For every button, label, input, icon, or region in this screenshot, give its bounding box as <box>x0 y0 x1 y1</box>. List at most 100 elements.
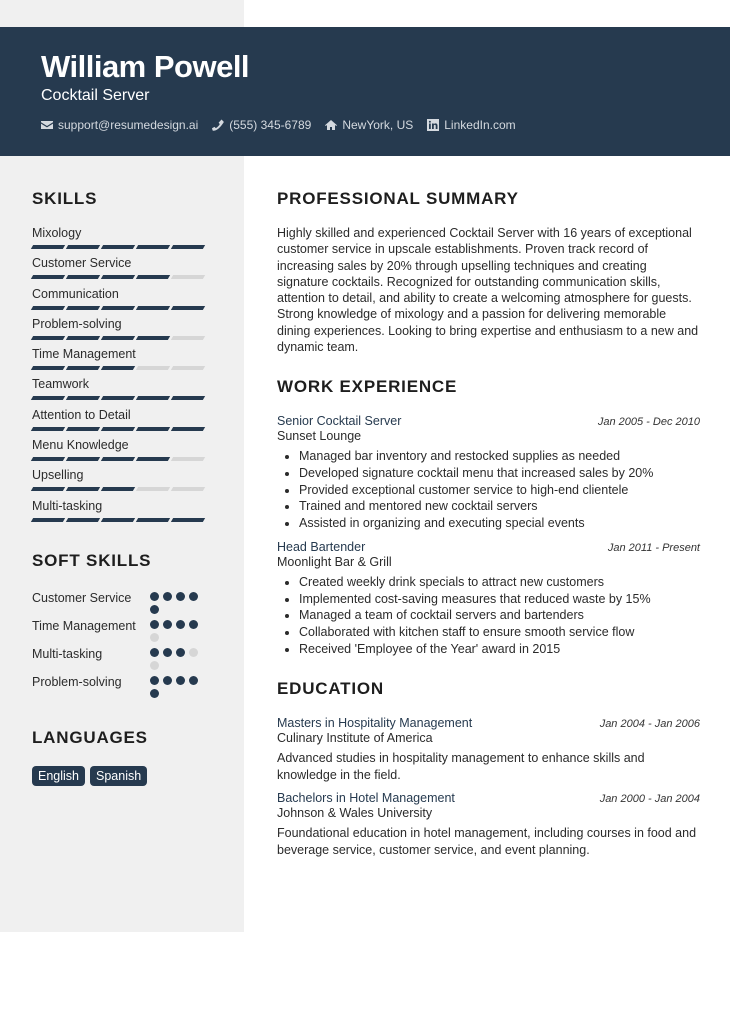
education-section: EDUCATION Masters in Hospitality Managem… <box>277 679 700 858</box>
skill-level-bar <box>30 426 222 431</box>
skills-heading: SKILLS <box>32 189 98 208</box>
skill-segment-filled <box>170 517 206 522</box>
skill-segment-filled <box>30 457 66 462</box>
skill-item: Attention to Detail <box>30 408 222 438</box>
education-heading: EDUCATION <box>277 679 384 699</box>
skills-list: Mixology Customer Service Communication Pro… <box>30 226 222 529</box>
soft-skills-section: SOFT SKILLS Customer Service Time Managem… <box>32 551 232 702</box>
degree-title: Masters in Hospitality Management <box>277 716 473 731</box>
skill-segment-filled <box>100 487 136 492</box>
skill-name: Customer Service <box>32 256 132 271</box>
skill-segment-empty <box>170 335 206 340</box>
contact-location: NewYork, US <box>325 118 413 132</box>
skill-segment-filled <box>30 366 66 371</box>
experience-list: Senior Cocktail Server Jan 2005 - Dec 201… <box>277 414 700 657</box>
skill-segment-filled <box>65 426 101 431</box>
education-dates: Jan 2000 - Jan 2004 <box>599 793 700 806</box>
skill-level-bar <box>30 487 222 492</box>
skill-segment-filled <box>170 305 206 310</box>
skill-segment-empty <box>170 275 206 280</box>
entry-header: Head Bartender Jan 2011 - Present <box>277 540 700 554</box>
job-title: Senior Cocktail Server <box>277 414 402 429</box>
resume-header: William Powell Cocktail Server support@r… <box>0 27 730 156</box>
education-dates: Jan 2004 - Jan 2006 <box>599 718 700 731</box>
soft-skill-item: Time Management <box>32 618 232 642</box>
candidate-name: William Powell <box>41 49 250 84</box>
skill-item: Upselling <box>30 468 222 498</box>
skill-item: Time Management <box>30 347 222 377</box>
skill-segment-filled <box>135 335 171 340</box>
linkedin-icon <box>427 119 440 131</box>
skill-segment-empty <box>170 366 206 371</box>
contact-phone-text: (555) 345-6789 <box>229 118 312 132</box>
rating-dot-filled <box>176 620 185 629</box>
rating-dot-filled <box>176 648 185 657</box>
envelope-icon <box>41 119 53 131</box>
skill-segment-filled <box>30 426 66 431</box>
contact-linkedin[interactable]: LinkedIn.com <box>427 118 516 132</box>
education-description: Foundational education in hotel manageme… <box>277 826 697 857</box>
soft-skill-item: Multi-tasking <box>32 646 232 670</box>
skill-segment-filled <box>30 245 66 249</box>
skill-segment-filled <box>30 335 66 340</box>
responsibility-item: Developed signature cocktail menu that i… <box>299 465 700 482</box>
skill-segment-empty <box>170 457 206 462</box>
skill-segment-filled <box>100 335 136 340</box>
skill-segment-filled <box>135 517 171 522</box>
languages-section: LANGUAGES English Spanish <box>32 728 148 786</box>
main-column: PROFESSIONAL SUMMARY Highly skilled and … <box>277 189 700 858</box>
skill-level-bar <box>30 305 222 310</box>
responsibility-item: Received 'Employee of the Year' award in… <box>299 641 700 658</box>
soft-skill-name: Time Management <box>32 619 136 633</box>
rating-dot-filled <box>150 592 159 601</box>
skill-segment-filled <box>135 275 171 280</box>
skill-level-bar <box>30 517 222 522</box>
skill-item: Problem-solving <box>30 317 222 347</box>
skill-segment-filled <box>30 396 66 401</box>
rating-dot-filled <box>189 620 198 629</box>
contact-email[interactable]: support@resumedesign.ai <box>41 118 198 132</box>
skill-segment-filled <box>65 517 101 522</box>
soft-skill-rating <box>150 646 202 670</box>
skill-name: Communication <box>32 286 119 301</box>
skill-segment-filled <box>135 305 171 310</box>
soft-skills-list: Customer Service Time Management Multi-tas… <box>32 590 232 698</box>
responsibility-item: Managed a team of cocktail servers and b… <box>299 607 700 624</box>
home-icon <box>325 119 338 131</box>
skill-segment-filled <box>135 396 171 401</box>
school-name: Culinary Institute of America <box>277 731 433 746</box>
skill-item: Menu Knowledge <box>30 438 222 468</box>
skill-name: Time Management <box>32 347 136 362</box>
skill-segment-filled <box>100 426 136 431</box>
summary-heading: PROFESSIONAL SUMMARY <box>277 189 519 208</box>
skill-segment-filled <box>65 245 101 249</box>
skill-segment-empty <box>135 366 171 371</box>
skill-item: Multi-tasking <box>30 499 222 529</box>
skill-name: Menu Knowledge <box>32 438 129 453</box>
skill-segment-filled <box>100 245 136 249</box>
contact-location-text: NewYork, US <box>342 118 414 132</box>
contact-email-text: support@resumedesign.ai <box>58 118 199 132</box>
rating-dot-filled <box>163 620 172 629</box>
employer-name: Moonlight Bar & Grill <box>277 554 392 569</box>
contact-phone[interactable]: (555) 345-6789 <box>212 118 311 132</box>
skill-level-bar <box>30 366 222 371</box>
rating-dot-filled <box>176 676 185 685</box>
skill-segment-filled <box>65 366 101 371</box>
rating-dot-empty <box>150 633 159 642</box>
responsibility-item: Managed bar inventory and restocked supp… <box>299 448 700 465</box>
contact-linkedin-text: LinkedIn.com <box>444 118 516 132</box>
skill-segment-filled <box>100 366 136 371</box>
skill-segment-filled <box>65 275 101 280</box>
rating-dot-filled <box>150 620 159 629</box>
skill-segment-filled <box>65 305 101 310</box>
skill-segment-filled <box>170 396 206 401</box>
rating-dot-filled <box>176 592 185 601</box>
contact-list: support@resumedesign.ai (555) 345-6789 N… <box>41 118 516 132</box>
responsibility-item: Assisted in organizing and executing spe… <box>299 515 700 532</box>
soft-skill-item: Customer Service <box>32 590 232 614</box>
skill-name: Teamwork <box>32 377 89 392</box>
skill-segment-filled <box>135 426 171 431</box>
skills-section: SKILLS Mixology Customer Service Communica… <box>30 189 222 529</box>
skill-segment-filled <box>30 305 66 310</box>
